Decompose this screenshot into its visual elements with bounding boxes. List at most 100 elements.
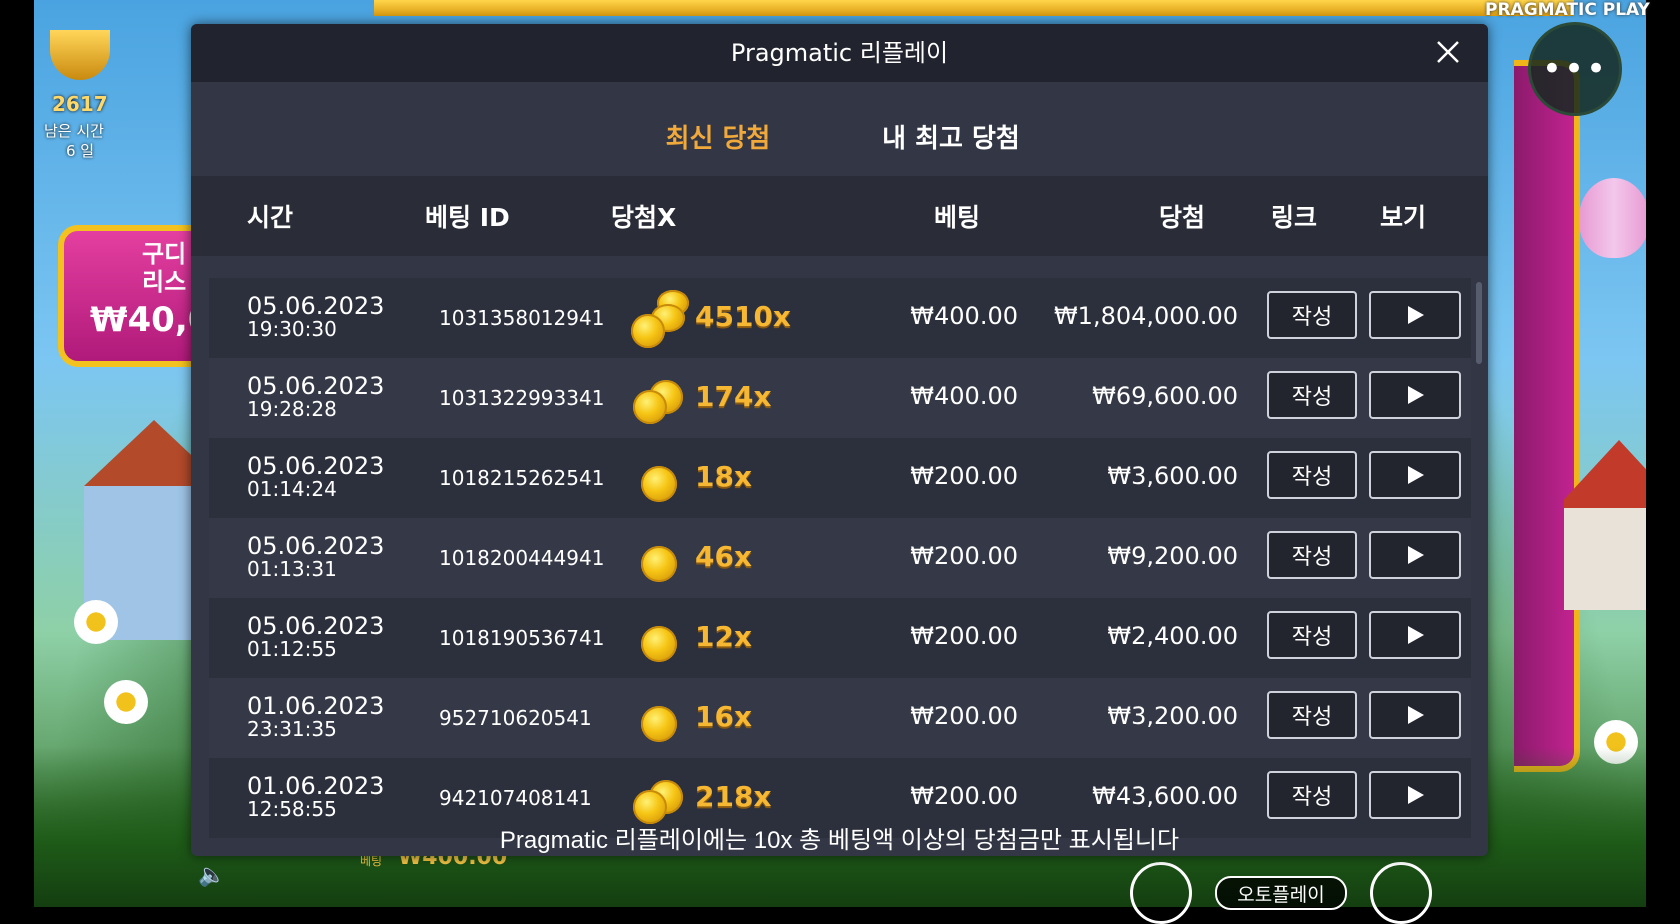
reel-frame-top <box>374 0 1574 16</box>
bet-plus-button[interactable] <box>1370 862 1432 924</box>
row-bet-id: 942107408141 <box>439 786 592 810</box>
row-win: ₩9,200.00 <box>1107 542 1238 570</box>
row-time: 01:13:31 <box>247 557 337 581</box>
play-icon <box>1408 706 1424 724</box>
table-header: 시간 베팅 ID 당첨X 베팅 당첨 링크 보기 <box>191 176 1488 256</box>
row-multiplier: 46x <box>695 540 753 573</box>
row-win: ₩1,804,000.00 <box>1053 302 1238 330</box>
replay-modal: Pragmatic 리플레이 최신 당첨 내 최고 당첨 시간 베팅 ID 당첨… <box>191 24 1488 856</box>
column-view: 보기 <box>1380 203 1427 232</box>
list-scrollbar[interactable] <box>1476 282 1482 364</box>
column-bet: 베팅 <box>934 203 981 232</box>
brand-logo: PRAGMATIC PLAY <box>1485 0 1650 20</box>
create-link-button[interactable]: 작성 <box>1267 771 1357 819</box>
row-bet: ₩400.00 <box>910 382 1018 410</box>
remaining-time-value: 6 일 <box>66 142 95 160</box>
table-row: 05.06.2023 01:13:31 1018200444941 46x ₩2… <box>209 518 1471 598</box>
table-row: 05.06.2023 01:14:24 1018215262541 18x ₩2… <box>209 438 1471 518</box>
more-dots-icon[interactable]: ••• <box>1528 22 1622 116</box>
modal-title: Pragmatic 리플레이 <box>730 39 949 67</box>
play-replay-button[interactable] <box>1369 771 1461 819</box>
promo-text: 구디 리스 <box>142 240 186 296</box>
row-bet: ₩200.00 <box>910 542 1018 570</box>
play-icon <box>1408 386 1424 404</box>
column-link: 링크 <box>1271 203 1318 232</box>
row-multiplier: 218x <box>695 780 772 813</box>
row-bet-id: 1031322993341 <box>439 386 605 410</box>
play-replay-button[interactable] <box>1369 371 1461 419</box>
close-icon[interactable] <box>1430 34 1466 70</box>
play-replay-button[interactable] <box>1369 691 1461 739</box>
coin-icon <box>627 528 691 588</box>
table-row: 05.06.2023 19:28:28 1031322993341 174x ₩… <box>209 358 1471 438</box>
row-bet: ₩200.00 <box>910 702 1018 730</box>
play-icon <box>1408 306 1424 324</box>
hot-air-balloon-illustration <box>1579 178 1646 258</box>
modal-header: Pragmatic 리플레이 <box>191 24 1488 82</box>
create-link-button[interactable]: 작성 <box>1267 291 1357 339</box>
create-link-button[interactable]: 작성 <box>1267 531 1357 579</box>
row-date: 01.06.2023 <box>247 692 385 720</box>
play-replay-button[interactable] <box>1369 291 1461 339</box>
column-time: 시간 <box>247 203 294 232</box>
row-date: 05.06.2023 <box>247 452 385 480</box>
row-date: 05.06.2023 <box>247 372 385 400</box>
create-link-button[interactable]: 작성 <box>1267 611 1357 659</box>
play-replay-button[interactable] <box>1369 611 1461 659</box>
replay-disclaimer: Pragmatic 리플레이에는 10x 총 베팅액 이상의 당첨금만 표시됩니… <box>499 827 1180 854</box>
coin-icon <box>627 608 691 668</box>
reel-frame-right <box>1514 60 1580 772</box>
row-multiplier: 16x <box>695 700 753 733</box>
create-link-button[interactable]: 작성 <box>1267 451 1357 499</box>
table-row: 05.06.2023 01:12:55 1018190536741 12x ₩2… <box>209 598 1471 678</box>
row-multiplier: 174x <box>695 380 772 413</box>
row-time: 12:58:55 <box>247 797 337 821</box>
promo-text-line2: 리스 <box>142 268 187 296</box>
row-win: ₩2,400.00 <box>1107 622 1238 650</box>
play-icon <box>1408 786 1424 804</box>
play-replay-button[interactable] <box>1369 531 1461 579</box>
row-date: 05.06.2023 <box>247 612 385 640</box>
row-bet: ₩200.00 <box>910 782 1018 810</box>
coin-icon <box>627 448 691 508</box>
table-row: 05.06.2023 19:30:30 1031358012941 4510x … <box>209 278 1471 358</box>
coin-icon <box>627 288 691 348</box>
row-multiplier: 4510x <box>695 300 791 333</box>
play-icon <box>1408 546 1424 564</box>
row-bet-id: 1018200444941 <box>439 546 605 570</box>
row-time: 23:31:35 <box>247 717 337 741</box>
row-win: ₩69,600.00 <box>1092 382 1238 410</box>
table-row: 01.06.2023 23:31:35 952710620541 16x ₩20… <box>209 678 1471 758</box>
column-win-multiplier: 당첨X <box>611 203 677 232</box>
sunflower-illustration <box>74 600 118 644</box>
row-time: 19:30:30 <box>247 317 337 341</box>
coin-icon <box>627 688 691 748</box>
row-win: ₩3,200.00 <box>1107 702 1238 730</box>
autoplay-button[interactable]: 오토플레이 <box>1215 876 1347 910</box>
coin-icon <box>627 768 691 828</box>
promo-text-line1: 구디 <box>142 240 187 268</box>
column-win: 당첨 <box>1159 203 1206 232</box>
row-date: 01.06.2023 <box>247 772 385 800</box>
create-link-button[interactable]: 작성 <box>1267 371 1357 419</box>
row-win: ₩3,600.00 <box>1107 462 1238 490</box>
speaker-icon[interactable]: 🔈 <box>198 863 225 888</box>
replay-list[interactable]: 05.06.2023 19:30:30 1031358012941 4510x … <box>209 278 1471 840</box>
row-bet: ₩200.00 <box>910 462 1018 490</box>
row-bet-id: 1018190536741 <box>439 626 605 650</box>
row-bet-id: 1031358012941 <box>439 306 605 330</box>
bet-minus-button[interactable] <box>1130 862 1192 924</box>
row-win: ₩43,600.00 <box>1092 782 1238 810</box>
row-date: 05.06.2023 <box>247 532 385 560</box>
column-bet-id: 베팅 ID <box>425 203 510 232</box>
row-bet: ₩400.00 <box>910 302 1018 330</box>
tab-latest-wins[interactable]: 최신 당첨 <box>659 118 777 188</box>
remaining-time-label: 남은 시간 <box>44 122 104 140</box>
row-bet-id: 952710620541 <box>439 706 592 730</box>
tournament-count: 2617 <box>52 92 108 116</box>
tab-my-best-wins[interactable]: 내 최고 당첨 <box>871 118 1031 162</box>
row-date: 05.06.2023 <box>247 292 385 320</box>
play-replay-button[interactable] <box>1369 451 1461 499</box>
create-link-button[interactable]: 작성 <box>1267 691 1357 739</box>
row-bet: ₩200.00 <box>910 622 1018 650</box>
